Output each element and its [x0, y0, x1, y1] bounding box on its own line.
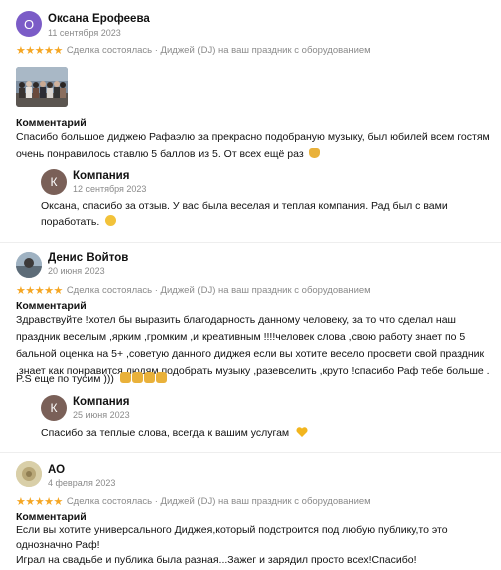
rating-row: ★★★★★ Сделка состоялась · Диджей (DJ) на…	[16, 44, 371, 57]
review-author[interactable]: АО	[48, 464, 65, 476]
reply-line: Спасибо за теплые слова, всегда к вашим …	[41, 427, 290, 439]
avatar[interactable]	[16, 252, 42, 278]
praying-hands-emoji-icon	[308, 148, 320, 158]
avatar-photo	[16, 461, 42, 487]
reply-author[interactable]: Компания	[73, 170, 129, 182]
smile-emoji-icon	[105, 215, 117, 226]
divider	[0, 242, 501, 243]
review-photo[interactable]	[16, 67, 68, 107]
comment-line-with-emoji: очень понравилось ставлю 5 баллов из 5. …	[16, 146, 320, 163]
reply-line-with-emoji: Спасибо за теплые слова, всегда к вашим …	[41, 425, 308, 442]
comment-line: Играл на свадьбе и публика была разная..…	[16, 554, 417, 566]
deal-status: Сделка состоялась · Диджей (DJ) на ваш п…	[66, 495, 371, 507]
star-rating-icon: ★★★★★	[16, 44, 63, 57]
avatar-letter: К	[50, 401, 58, 415]
company-avatar[interactable]: К	[41, 169, 67, 195]
comment-line: Здравствуйте !хотел бы выразить благодар…	[16, 314, 456, 326]
flexed-biceps-emoji-icon	[143, 372, 155, 383]
star-rating-icon: ★★★★★	[16, 284, 63, 297]
avatar-letter: К	[50, 175, 58, 189]
flexed-biceps-emoji-icon	[119, 372, 131, 383]
divider	[0, 452, 501, 453]
review-date: 4 февраля 2023	[48, 478, 116, 488]
deal-status: Сделка состоялась · Диджей (DJ) на ваш п…	[66, 284, 371, 296]
reply-date: 12 сентября 2023	[73, 184, 147, 194]
avatar-letter: О	[23, 16, 35, 32]
comment-line: P.S еще по тусим )))	[16, 373, 114, 385]
reply-line: Оксана, спасибо за отзыв. У вас была вес…	[41, 200, 448, 212]
review-author[interactable]: Денис Войтов	[48, 252, 128, 264]
avatar[interactable]: О	[16, 11, 42, 37]
reply-line: поработать.	[41, 216, 100, 228]
star-rating-icon: ★★★★★	[16, 495, 63, 508]
photo-image	[16, 67, 68, 107]
comment-line: очень понравилось ставлю 5 баллов из 5. …	[16, 148, 304, 160]
review-author[interactable]: Оксана Ерофеева	[48, 13, 150, 25]
avatar[interactable]	[16, 461, 42, 487]
avatar-photo	[16, 252, 42, 278]
comment-line: Спасибо большое диджею Рафаэлю за прекра…	[16, 131, 490, 143]
comment-line: бальной оценка на 5+ ,советую данного ди…	[16, 348, 485, 360]
heart-emoji-icon	[296, 427, 308, 437]
flexed-biceps-emoji-icon	[131, 372, 143, 383]
reply-line-with-emoji: поработать.	[41, 214, 117, 231]
flexed-biceps-emoji-icon	[155, 372, 167, 383]
reply-date: 25 июня 2023	[73, 410, 130, 420]
review-date: 11 сентября 2023	[48, 28, 121, 38]
comment-label: Комментарий	[16, 300, 87, 312]
comment-line-with-emoji: P.S еще по тусим )))	[16, 371, 167, 388]
review-date: 20 июня 2023	[48, 266, 105, 276]
company-avatar[interactable]: К	[41, 395, 67, 421]
comment-line: праздник веселым ,ярким ,громким ,и креа…	[16, 331, 466, 343]
rating-row: ★★★★★ Сделка состоялась · Диджей (DJ) на…	[16, 284, 371, 297]
deal-status: Сделка состоялась · Диджей (DJ) на ваш п…	[66, 44, 371, 56]
rating-row: ★★★★★ Сделка состоялась · Диджей (DJ) на…	[16, 495, 371, 508]
reply-author[interactable]: Компания	[73, 396, 129, 408]
comment-label: Комментарий	[16, 117, 87, 129]
